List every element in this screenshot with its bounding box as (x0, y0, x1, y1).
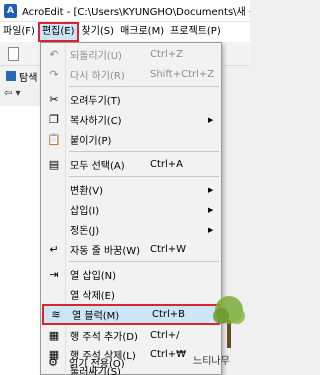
menu-item-undo[interactable]: ↶ 되돌리기(U) Ctrl+Z (42, 45, 220, 64)
submenu-arrow-icon: ▶ (208, 225, 214, 234)
menu-file[interactable]: 파일(F) (0, 22, 38, 42)
add-line-comment-icon: ▦ (48, 329, 60, 342)
menu-separator (69, 261, 219, 262)
menu-item-column-delete[interactable]: 열 삭제(E) (42, 285, 220, 304)
menu-item-label: 행 주석 추가(D) (70, 332, 138, 343)
menu-item-convert[interactable]: 변환(V) ▶ (42, 180, 220, 199)
new-document-button[interactable] (4, 45, 22, 63)
menu-item-label: 모두 선택(A) (70, 161, 125, 172)
paste-icon: 📋 (47, 133, 61, 146)
menu-item-label: 복사하기(C) (70, 116, 122, 127)
menu-item-label: 열 블럭(M) (72, 311, 120, 322)
menu-project[interactable]: 프로젝트(P) (167, 22, 224, 42)
app-icon: A (4, 3, 18, 18)
submenu-arrow-icon: ▶ (208, 205, 214, 214)
menu-item-select-all[interactable]: ▤ 모두 선택(A) Ctrl+A (42, 155, 220, 174)
menu-separator (69, 86, 219, 87)
menu-edit[interactable]: 편집(E) (37, 22, 79, 42)
menu-item-cut[interactable]: ✂ 오려두기(T) (42, 90, 220, 109)
menu-item-shortcut: Shift+Ctrl+Z (150, 69, 215, 80)
menu-item-shortcut: Ctrl+W (150, 244, 187, 255)
menu-item-shortcut: Ctrl+Z (150, 49, 184, 60)
new-document-icon (7, 46, 19, 61)
menu-item-label: 삽입(I) (70, 206, 100, 217)
menu-bar: 파일(F) 편집(E) 찾기(S) 매크로(M) 프로젝트(P) (0, 22, 250, 42)
submenu-arrow-icon: ▶ (208, 115, 214, 124)
menu-item-align[interactable]: 정돈(J) ▶ (42, 220, 220, 239)
side-panel (0, 106, 44, 375)
redo-icon: ↷ (49, 68, 59, 81)
undo-icon: ↶ (49, 48, 59, 61)
menu-item-add-line-comment[interactable]: ▦ 행 주석 추가(D) Ctrl+/ (42, 326, 220, 345)
menu-item-shortcut: Ctrl+/ (150, 330, 180, 341)
edit-menu: ↶ 되돌리기(U) Ctrl+Z ↷ 다시 하기(R) Shift+Ctrl+Z… (40, 42, 222, 375)
explore-icon (6, 71, 16, 81)
menu-item-label: 열 삽입(N) (70, 271, 117, 282)
word-wrap-icon: ↵ (49, 243, 59, 256)
menu-macro[interactable]: 매크로(M) (117, 22, 167, 42)
menu-item-column-insert[interactable]: ⇥ 열 삽입(N) (42, 265, 220, 284)
lock-icon: ⚙ (48, 356, 58, 369)
column-block-icon: ≋ (51, 308, 61, 321)
side-tab-label: 탐색 (19, 72, 38, 84)
side-tab-explore[interactable]: 탐색 (0, 66, 44, 86)
menu-item-label: 변환(V) (70, 186, 104, 197)
select-all-icon: ▤ (48, 158, 60, 171)
menu-item-insert[interactable]: 삽입(I) ▶ (42, 200, 220, 219)
menu-item-copy[interactable]: ❐ 복사하기(C) ▶ (42, 110, 220, 129)
menu-item-redo[interactable]: ↷ 다시 하기(R) Shift+Ctrl+Z (42, 65, 220, 84)
menu-item-label: 되돌리기(U) (70, 51, 122, 62)
menu-separator (69, 151, 219, 152)
menu-item-label: 정돈(J) (70, 226, 100, 237)
window-title: AcroEdit - [C:\Users\KYUNGHO\Documents\새… (22, 7, 250, 18)
menu-separator (69, 176, 219, 177)
menu-item-label: 붙이기(P) (70, 136, 112, 147)
watermark-text: 느티나무 (193, 356, 230, 367)
scissors-icon: ✂ (49, 93, 59, 106)
menu-item-label: 다시 하기(R) (70, 71, 125, 82)
menu-item-label: 오려두기(T) (70, 96, 121, 107)
column-insert-icon: ⇥ (49, 268, 59, 281)
menu-item-label: 열 삭제(E) (70, 291, 115, 302)
menu-item-paste[interactable]: 📋 붙이기(P) (42, 130, 220, 149)
menu-item-shortcut: Ctrl+B (152, 309, 186, 320)
menu-find[interactable]: 찾기(S) (79, 22, 118, 42)
menu-item-column-block[interactable]: ≋ 열 블럭(M) Ctrl+B (42, 304, 220, 325)
menu-item-label: 자동 줄 바꿈(W) (70, 246, 141, 257)
submenu-arrow-icon: ▶ (208, 185, 214, 194)
tree-logo-icon (213, 296, 245, 348)
side-nav-back[interactable]: ⇦ ▾ (4, 88, 34, 104)
copy-icon: ❐ (49, 113, 59, 126)
title-bar: A AcroEdit - [C:\Users\KYUNGHO\Documents… (0, 0, 250, 22)
menu-item-label: 읽기 전용(O) (69, 359, 125, 370)
menu-item-shortcut: Ctrl+A (150, 159, 184, 170)
menu-item-word-wrap[interactable]: ↵ 자동 줄 바꿈(W) Ctrl+W (42, 240, 220, 259)
